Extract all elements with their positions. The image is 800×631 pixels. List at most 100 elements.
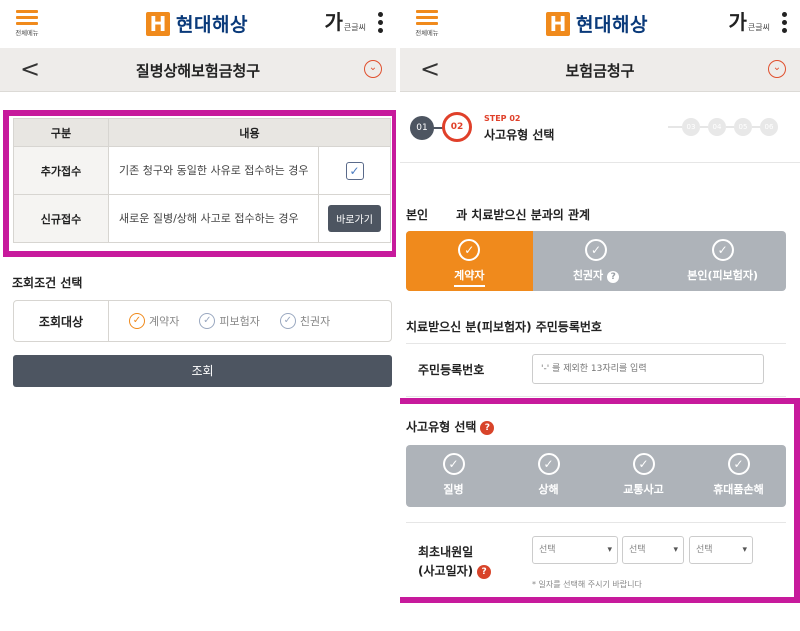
- check-circle-icon: ✓: [537, 453, 560, 475]
- option-label: 본인(피보험자): [687, 269, 759, 282]
- accident-type-title: 사고유형 선택?: [406, 418, 495, 435]
- date-note: * 일자를 선택해 주시기 바랍니다: [532, 580, 642, 589]
- check-circle-icon: ✓: [585, 239, 607, 261]
- query-section-title: 조회조건 선택: [12, 276, 83, 290]
- step-pending: 05: [734, 118, 752, 136]
- table-row: 신규접수 새로운 질병/상해 사고로 접수하는 경우 바로가기: [13, 194, 391, 243]
- option-label: 교통사고: [623, 483, 664, 496]
- table-header-kind: 구분: [13, 118, 109, 147]
- menu-button[interactable]: 전체메뉴: [12, 6, 42, 42]
- table-header-row: 구분 내용: [13, 118, 391, 147]
- check-circle-icon: ✓: [279, 313, 296, 329]
- step-pending: 03: [682, 118, 700, 136]
- accident-option-traffic[interactable]: ✓ 교통사고: [596, 445, 691, 507]
- option-label: 상해: [538, 483, 559, 496]
- font-size-label: 큰글씨: [747, 23, 770, 32]
- option-label: 휴대품손해: [713, 483, 764, 496]
- chevron-down-circle-icon[interactable]: ⌄: [364, 60, 382, 78]
- logo-text: 현대해상: [176, 14, 248, 36]
- logo[interactable]: H 현대해상: [546, 10, 648, 37]
- option-label: 친권자: [299, 315, 331, 328]
- help-icon[interactable]: ?: [480, 420, 495, 435]
- table-row: 추가접수 기존 청구와 동일한 사유로 접수하는 경우 ✓: [13, 146, 391, 195]
- relation-option-guardian[interactable]: ✓ 친권자?: [533, 231, 660, 291]
- font-size-glyph: 가: [728, 10, 747, 34]
- check-icon[interactable]: ✓: [345, 161, 364, 180]
- check-circle-icon: ✓: [727, 453, 750, 475]
- font-size-label: 큰글씨: [343, 23, 366, 32]
- option-label: 친권자: [572, 269, 604, 282]
- step-indicator: 01 02 STEP 02 사고유형 선택 03 04 05 06: [410, 112, 790, 154]
- option-insured[interactable]: ✓ 피보험자: [199, 313, 260, 329]
- relation-option-contractor[interactable]: ✓ 계약자: [406, 231, 533, 291]
- left-screen: 전체메뉴 H 현대해상 가 큰글씨 < 질병상해보험금청구 ⌄ 구분 내용 추가…: [0, 0, 396, 631]
- check-circle-icon: ✓: [632, 453, 655, 475]
- accident-type-segment: ✓ 질병 ✓ 상해 ✓ 교통사고 ✓ 휴대품손해: [406, 445, 786, 507]
- id-section-title: 치료받으신 분(피보험자) 주민등록번호: [406, 320, 602, 334]
- accident-option-injury[interactable]: ✓ 상해: [501, 445, 596, 507]
- option-label: 계약자: [149, 315, 180, 328]
- query-target-label: 조회대상: [14, 301, 109, 341]
- step-current: 02: [442, 112, 472, 142]
- first-visit-label-line1: 최초내원일: [418, 545, 474, 559]
- font-size-button[interactable]: 가 큰글씨: [325, 11, 367, 33]
- page-title: 보험금청구: [565, 62, 635, 80]
- font-size-button[interactable]: 가 큰글씨: [729, 11, 771, 33]
- more-vertical-icon[interactable]: [378, 12, 384, 36]
- check-circle-icon: ✓: [129, 313, 145, 329]
- logo-mark-icon: H: [546, 11, 570, 36]
- chevron-down-circle-icon[interactable]: ⌄: [768, 60, 786, 78]
- go-button[interactable]: 바로가기: [328, 205, 381, 232]
- first-visit-label: 최초내원일 (사고일자)?: [418, 543, 492, 581]
- divider: [400, 162, 800, 163]
- row-kind: 추가접수: [13, 146, 109, 195]
- relation-label-prefix: 본인: [406, 208, 429, 222]
- row-kind: 신규접수: [13, 194, 109, 243]
- accident-option-disease[interactable]: ✓ 질병: [406, 445, 501, 507]
- search-button[interactable]: 조회: [13, 355, 392, 387]
- hamburger-icon: [16, 10, 38, 13]
- logo[interactable]: H 현대해상: [146, 10, 248, 37]
- relation-option-self[interactable]: ✓ 본인(피보험자): [659, 231, 786, 291]
- first-visit-label-line2: (사고일자): [418, 564, 474, 578]
- row-desc: 기존 청구와 동일한 사유로 접수하는 경우: [108, 146, 319, 195]
- font-size-glyph: 가: [324, 10, 343, 34]
- help-icon[interactable]: ?: [607, 271, 620, 283]
- month-select[interactable]: 선택 ▾: [622, 536, 684, 564]
- title-bar: < 보험금청구 ⌄: [400, 48, 800, 92]
- logo-text: 현대해상: [576, 14, 648, 36]
- select-value: 선택: [629, 545, 646, 555]
- check-circle-icon: ✓: [199, 313, 216, 329]
- day-select[interactable]: 선택 ▾: [689, 536, 753, 564]
- chevron-down-icon: ▾: [673, 545, 678, 555]
- logo-mark-icon: H: [146, 11, 170, 36]
- row-desc: 새로운 질병/상해 사고로 접수하는 경우: [108, 194, 319, 243]
- menu-button[interactable]: 전체메뉴: [412, 6, 442, 42]
- relation-segment: ✓ 계약자 ✓ 친권자? ✓ 본인(피보험자): [406, 231, 786, 291]
- chevron-down-icon: ▾: [742, 545, 747, 555]
- id-label: 주민등록번호: [418, 363, 485, 377]
- step-name: 사고유형 선택: [484, 128, 555, 142]
- more-vertical-icon[interactable]: [782, 12, 788, 36]
- hamburger-icon: [416, 10, 438, 13]
- resident-number-input[interactable]: [532, 354, 764, 384]
- year-select[interactable]: 선택 ▾: [532, 536, 618, 564]
- relation-label-suffix: 과 치료받으신 분과의 관계: [456, 208, 591, 222]
- option-contractor[interactable]: ✓ 계약자: [129, 313, 179, 329]
- accident-type-label: 사고유형 선택: [406, 420, 477, 434]
- step-kicker: STEP 02: [484, 114, 521, 123]
- select-value: 선택: [539, 545, 556, 555]
- option-label: 계약자: [454, 267, 485, 287]
- check-circle-icon: ✓: [711, 239, 734, 261]
- query-target-row: 조회대상 ✓ 계약자 ✓ 피보험자 ✓ 친권자: [13, 300, 392, 342]
- menu-label: 전체메뉴: [415, 29, 439, 37]
- option-guardian[interactable]: ✓ 친권자: [279, 313, 331, 329]
- relation-label: 본인 과 치료받으신 분과의 관계: [406, 206, 590, 223]
- table-header-content: 내용: [108, 118, 391, 147]
- accident-option-belongings[interactable]: ✓ 휴대품손해: [691, 445, 786, 507]
- top-bar: 전체메뉴 H 현대해상 가 큰글씨: [400, 0, 800, 48]
- option-label: 피보험자: [219, 315, 260, 328]
- help-icon[interactable]: ?: [477, 564, 492, 579]
- menu-label: 전체메뉴: [15, 29, 39, 37]
- id-row: 주민등록번호: [406, 343, 786, 397]
